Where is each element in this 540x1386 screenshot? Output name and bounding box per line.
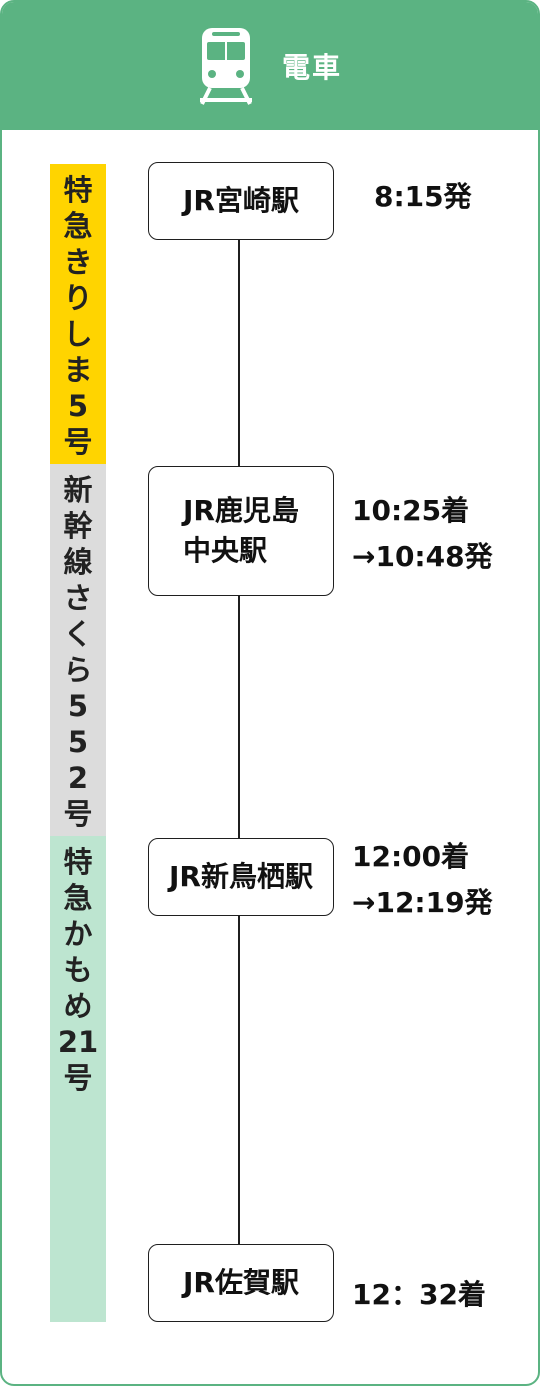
train-icon bbox=[200, 28, 252, 105]
route-card: 電車 特 急 き り し ま 5 号 新 幹 線 さ く ら 5 5 2 号 特… bbox=[0, 0, 540, 1386]
station-kagoshima-chuo: JR鹿児島 中央駅 bbox=[148, 466, 334, 596]
station-time: 10:25着 →10:48発 bbox=[352, 494, 493, 573]
route-line bbox=[238, 240, 240, 1250]
station-time: 12：32着 bbox=[352, 1278, 486, 1311]
station-name: JR新鳥栖駅 bbox=[169, 860, 313, 893]
segment-label: 新 幹 線 さ く ら 5 5 2 号 bbox=[63, 473, 93, 831]
station-miyazaki: JR宮崎駅 bbox=[148, 162, 334, 240]
segment-kamome: 特 急 か も め 21 号 bbox=[50, 836, 106, 1322]
header: 電車 bbox=[2, 2, 538, 130]
station-saga: JR佐賀駅 bbox=[148, 1244, 334, 1322]
station-name: JR鹿児島 中央駅 bbox=[183, 494, 299, 567]
header-title: 電車 bbox=[282, 51, 343, 84]
station-shintosu: JR新鳥栖駅 bbox=[148, 838, 334, 916]
station-time: 8:15発 bbox=[374, 180, 472, 213]
segment-label: 特 急 か も め 21 号 bbox=[57, 845, 99, 1095]
station-name: JR佐賀駅 bbox=[183, 1266, 299, 1299]
station-time: 12:00着 →12:19発 bbox=[352, 840, 493, 919]
segment-kirishima: 特 急 き り し ま 5 号 bbox=[50, 164, 106, 464]
segment-label: 特 急 き り し ま 5 号 bbox=[63, 173, 93, 459]
segment-sakura: 新 幹 線 さ く ら 5 5 2 号 bbox=[50, 464, 106, 836]
station-name: JR宮崎駅 bbox=[183, 184, 299, 217]
